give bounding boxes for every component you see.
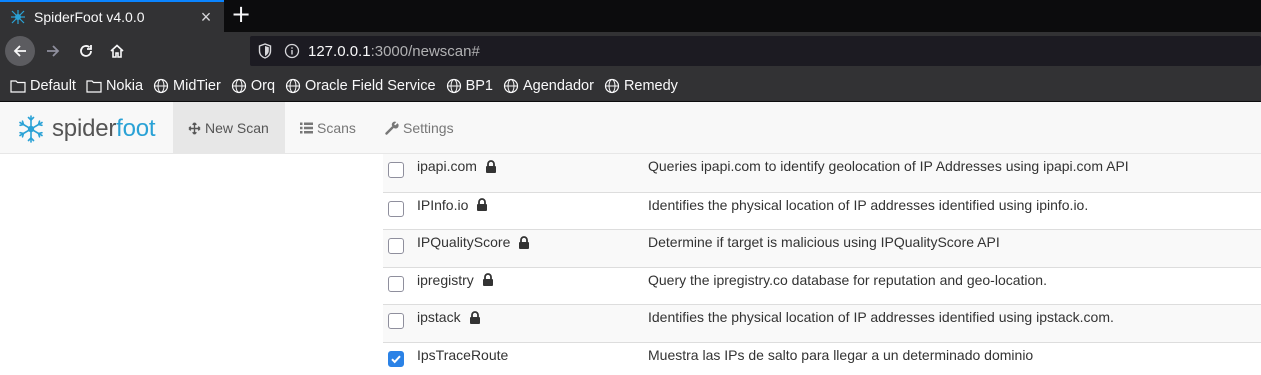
table-row: IpsTraceRoute Muestra las IPs de salto p… bbox=[383, 341, 1261, 375]
module-description: Query the ipregistry.co database for rep… bbox=[648, 271, 1047, 288]
module-name-text: ipstack bbox=[417, 309, 461, 325]
bookmark-bp1[interactable]: BP1 bbox=[446, 78, 493, 94]
browser-tabstrip: SpiderFoot v4.0.0 × + bbox=[0, 0, 1261, 32]
forward-button[interactable] bbox=[38, 36, 68, 66]
site-info-icon[interactable] bbox=[284, 43, 300, 59]
list-icon bbox=[300, 122, 313, 134]
nav-scans-label: Scans bbox=[317, 120, 356, 136]
bookmark-label: Orq bbox=[250, 77, 276, 94]
app-navbar: spiderfoot New Scan Scans Settings bbox=[0, 102, 1261, 154]
bookmark-agendador[interactable]: Agendador bbox=[503, 78, 594, 94]
nav-settings-label: Settings bbox=[403, 120, 454, 136]
nav-new-scan-label: New Scan bbox=[205, 120, 269, 136]
url-text[interactable]: 127.0.0.1:3000/newscan# bbox=[308, 43, 480, 60]
folder-icon bbox=[10, 78, 26, 94]
lock-icon bbox=[476, 198, 488, 211]
arrow-left-icon bbox=[13, 45, 26, 57]
arrow-right-icon bbox=[47, 45, 60, 57]
bookmarks-bar: Default Nokia MidTier Orq Oracle Field S… bbox=[0, 70, 1261, 102]
module-checkbox[interactable] bbox=[388, 238, 404, 254]
brand-name-foot: foot bbox=[116, 115, 156, 142]
table-row: IPQualityScore Determine if target is ma… bbox=[383, 229, 1261, 267]
module-description: Identifies the physical location of IP a… bbox=[648, 196, 1089, 213]
module-checkbox[interactable] bbox=[388, 275, 404, 292]
module-description: Identifies the physical location of IP a… bbox=[648, 309, 1114, 325]
module-checkbox[interactable] bbox=[388, 313, 404, 329]
globe-icon bbox=[446, 78, 462, 94]
module-name: ipapi.com bbox=[417, 158, 497, 174]
bookmark-label: Default bbox=[30, 77, 76, 94]
module-checkbox[interactable] bbox=[388, 162, 404, 178]
module-checkbox-checked[interactable] bbox=[388, 350, 404, 367]
lock-icon bbox=[469, 310, 481, 324]
module-checkbox[interactable] bbox=[388, 200, 404, 217]
spiderfoot-favicon-icon bbox=[10, 9, 26, 25]
module-name-text: IPInfo.io bbox=[417, 196, 469, 213]
move-icon bbox=[188, 121, 201, 135]
bookmark-oracle-field-service[interactable]: Oracle Field Service bbox=[285, 78, 436, 94]
bookmark-label: BP1 bbox=[465, 77, 493, 94]
bookmark-midtier[interactable]: MidTier bbox=[153, 78, 221, 94]
module-name: IpsTraceRoute bbox=[417, 347, 508, 363]
module-description: Muestra las IPs de salto para llegar a u… bbox=[648, 346, 1034, 363]
module-name: ipregistry bbox=[417, 272, 494, 288]
tracking-shield-icon[interactable] bbox=[258, 43, 274, 59]
bookmark-label: MidTier bbox=[173, 77, 221, 94]
table-row: IPInfo.io Identifies the physical locati… bbox=[383, 191, 1261, 229]
bookmark-label: Oracle Field Service bbox=[305, 77, 436, 94]
brand-name: spiderfoot bbox=[52, 115, 156, 143]
module-description: Determine if target is malicious using I… bbox=[648, 234, 1000, 250]
bookmark-label: Nokia bbox=[105, 77, 144, 94]
wrench-icon bbox=[385, 121, 399, 135]
lock-icon bbox=[482, 273, 494, 286]
bookmark-label: Agendador bbox=[522, 77, 594, 94]
checkmark-icon bbox=[391, 355, 401, 363]
globe-icon bbox=[153, 78, 169, 94]
module-name: IPQualityScore bbox=[417, 234, 530, 250]
url-path: :3000/newscan# bbox=[370, 42, 480, 60]
tab-close-icon[interactable]: × bbox=[196, 7, 216, 27]
module-name-text: IpsTraceRoute bbox=[417, 346, 509, 363]
folder-icon bbox=[86, 78, 102, 94]
browser-navbar: 127.0.0.1:3000/newscan# bbox=[0, 32, 1261, 70]
bookmark-default[interactable]: Default bbox=[10, 78, 76, 94]
globe-icon bbox=[604, 78, 620, 94]
bookmark-remedy[interactable]: Remedy bbox=[604, 78, 678, 94]
module-name: IPInfo.io bbox=[417, 197, 488, 213]
new-tab-button[interactable]: + bbox=[229, 2, 253, 27]
home-icon bbox=[110, 44, 124, 58]
back-button[interactable] bbox=[5, 36, 35, 66]
modules-table: ipapi.com Queries ipapi.com to identify … bbox=[383, 154, 1261, 375]
bookmark-label: Remedy bbox=[623, 77, 678, 94]
tab-title: SpiderFoot v4.0.0 bbox=[34, 9, 145, 25]
reload-button[interactable] bbox=[71, 36, 101, 66]
globe-icon bbox=[231, 78, 247, 94]
globe-icon bbox=[285, 78, 301, 94]
lock-icon bbox=[485, 159, 497, 173]
browser-tab[interactable]: SpiderFoot v4.0.0 × bbox=[0, 0, 224, 32]
globe-icon bbox=[503, 78, 519, 94]
bookmark-orq[interactable]: Orq bbox=[231, 78, 275, 94]
nav-scans[interactable]: Scans bbox=[285, 102, 371, 154]
module-name: ipstack bbox=[417, 309, 481, 325]
module-name-text: ipregistry bbox=[417, 271, 474, 288]
table-row: ipstack Identifies the physical location… bbox=[383, 304, 1261, 342]
url-bar[interactable]: 127.0.0.1:3000/newscan# bbox=[250, 36, 1261, 66]
module-name-text: ipapi.com bbox=[417, 158, 477, 174]
table-row: ipapi.com Queries ipapi.com to identify … bbox=[383, 154, 1261, 192]
brand-logo[interactable]: spiderfoot bbox=[16, 113, 156, 145]
home-button[interactable] bbox=[102, 36, 132, 66]
nav-new-scan[interactable]: New Scan bbox=[173, 102, 285, 154]
url-host: 127.0.0.1 bbox=[308, 42, 371, 60]
lock-icon bbox=[518, 235, 530, 249]
module-name-text: IPQualityScore bbox=[417, 234, 511, 250]
nav-settings[interactable]: Settings bbox=[370, 102, 469, 154]
reload-icon bbox=[80, 45, 92, 57]
module-description: Queries ipapi.com to identify geolocatio… bbox=[648, 158, 1129, 174]
bookmark-nokia[interactable]: Nokia bbox=[86, 78, 143, 94]
spiderfoot-logo-icon bbox=[19, 115, 43, 143]
table-row: ipregistry Query the ipregistry.co datab… bbox=[383, 266, 1261, 304]
brand-name-spider: spider bbox=[52, 115, 117, 142]
